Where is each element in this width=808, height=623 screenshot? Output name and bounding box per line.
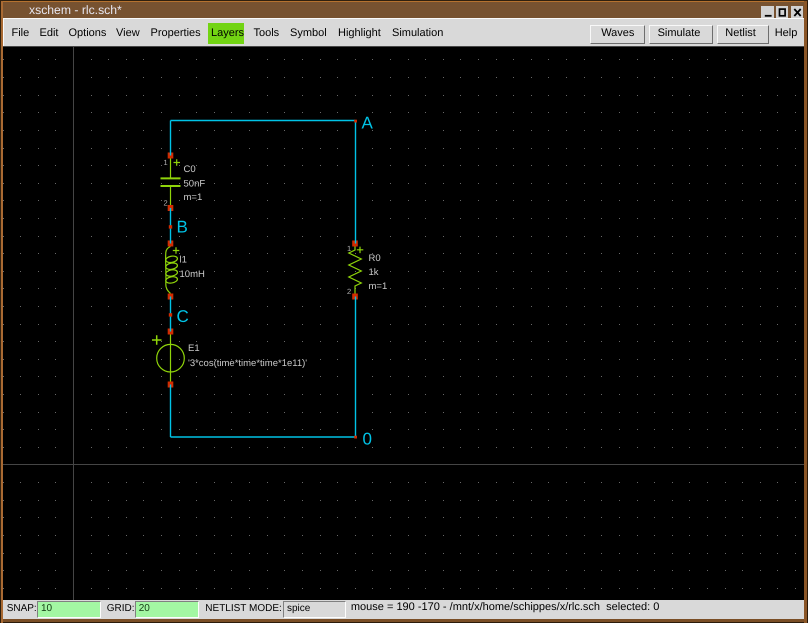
svg-text:l1: l1 bbox=[180, 255, 187, 266]
svg-text:R0: R0 bbox=[369, 253, 381, 264]
svg-text:1k: 1k bbox=[369, 267, 379, 278]
svg-text:B: B bbox=[177, 218, 188, 237]
svg-text:1: 1 bbox=[164, 158, 168, 167]
svg-text:m=1: m=1 bbox=[184, 192, 203, 203]
svg-text:A: A bbox=[362, 114, 374, 133]
svg-text:2: 2 bbox=[164, 199, 168, 208]
svg-text:1: 1 bbox=[347, 244, 351, 253]
svg-text:10mH: 10mH bbox=[180, 269, 205, 280]
svg-text:'3*cos(time*time*time*1e11)': '3*cos(time*time*time*1e11)' bbox=[188, 358, 307, 369]
svg-text:50nF: 50nF bbox=[184, 179, 206, 190]
svg-text:0: 0 bbox=[363, 430, 372, 449]
svg-text:E1: E1 bbox=[188, 343, 200, 354]
svg-text:m=1: m=1 bbox=[369, 281, 388, 292]
svg-text:2: 2 bbox=[347, 287, 351, 296]
svg-text:C: C bbox=[177, 307, 189, 326]
svg-text:C0: C0 bbox=[184, 164, 196, 175]
